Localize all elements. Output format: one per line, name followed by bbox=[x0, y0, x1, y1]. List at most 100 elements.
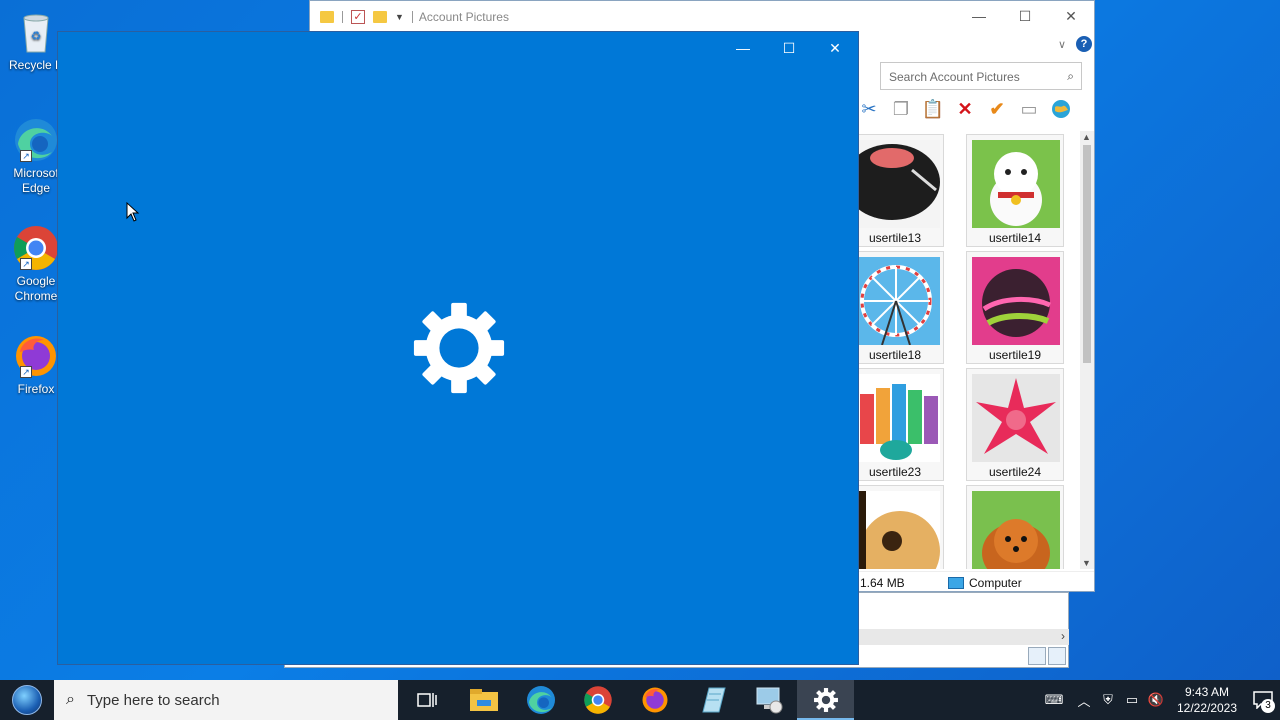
rename-check-icon[interactable]: ✔ bbox=[986, 98, 1008, 120]
location-indicator: Computer bbox=[948, 576, 1022, 590]
record-player-thumbnail bbox=[858, 140, 940, 228]
file-tile[interactable]: usertile19 bbox=[966, 251, 1064, 364]
paste-icon[interactable]: 📋 bbox=[922, 98, 944, 120]
search-placeholder: Search Account Pictures bbox=[889, 70, 1020, 84]
properties-icon[interactable]: ▭ bbox=[1018, 98, 1040, 120]
expand-ribbon-icon[interactable]: ∨ bbox=[1058, 38, 1066, 51]
gear-icon bbox=[813, 688, 838, 712]
taskbar-search-box[interactable]: ⌕ Type here to search bbox=[54, 680, 398, 720]
shortcut-arrow-icon: ↗ bbox=[20, 366, 32, 378]
lucky-cat-thumbnail bbox=[972, 140, 1060, 228]
remote-desktop-icon bbox=[756, 687, 782, 714]
file-name: usertile14 bbox=[988, 231, 1042, 245]
search-icon[interactable]: ⌕ bbox=[1067, 69, 1074, 84]
settings-window[interactable]: — ☐ ✕ bbox=[57, 31, 859, 665]
file-tile[interactable]: usertile24 bbox=[966, 368, 1064, 481]
edge-icon bbox=[526, 686, 555, 714]
file-tile[interactable]: usertile14 bbox=[966, 134, 1064, 247]
shortcut-arrow-icon: ↗ bbox=[20, 258, 32, 270]
close-button[interactable]: ✕ bbox=[1048, 8, 1094, 25]
properties-icon[interactable]: ✓ bbox=[351, 9, 365, 24]
chrome-icon bbox=[583, 686, 612, 714]
separator bbox=[342, 10, 343, 23]
large-icons-view-button[interactable] bbox=[1048, 647, 1066, 665]
customize-quick-access-icon[interactable]: ▼ bbox=[395, 12, 404, 22]
maximize-button[interactable]: ☐ bbox=[1002, 8, 1048, 25]
action-center-button[interactable]: 3 bbox=[1246, 680, 1280, 720]
search-icon: ⌕ bbox=[66, 691, 75, 708]
new-folder-icon[interactable] bbox=[373, 10, 387, 23]
details-view-button[interactable] bbox=[1028, 647, 1046, 665]
taskbar-edge[interactable] bbox=[512, 680, 569, 720]
notepad-icon bbox=[701, 687, 726, 713]
file-tile[interactable]: usertile18 bbox=[858, 251, 944, 364]
show-hidden-icons-chevron-icon[interactable]: ︿ bbox=[1072, 691, 1096, 710]
firefox-icon bbox=[642, 687, 667, 713]
taskbar-chrome[interactable] bbox=[569, 680, 626, 720]
crayons-thumbnail bbox=[858, 374, 940, 462]
scroll-up-arrow[interactable]: ▲ bbox=[1082, 132, 1091, 142]
security-icon[interactable]: ⛨ bbox=[1096, 692, 1120, 708]
help-icon[interactable]: ? bbox=[1076, 36, 1092, 52]
ball-thumbnail bbox=[972, 257, 1060, 345]
ribbon-controls: ∨ ? bbox=[870, 35, 1094, 53]
task-view-button[interactable] bbox=[398, 680, 455, 720]
horizontal-scrollbar[interactable]: › bbox=[859, 629, 1069, 645]
taskbar-search-placeholder: Type here to search bbox=[86, 691, 220, 709]
explorer-toolbar: ✂ ❐ 📋 ✕ ✔ ▭ bbox=[858, 98, 1072, 120]
ferris-wheel-thumbnail bbox=[858, 257, 940, 345]
file-tile[interactable] bbox=[966, 485, 1064, 569]
star-lantern-thumbnail bbox=[972, 374, 1060, 462]
clock[interactable]: 9:43 AM 12/22/2023 bbox=[1168, 684, 1246, 716]
close-button[interactable]: ✕ bbox=[812, 32, 858, 64]
copy-icon[interactable]: ❐ bbox=[890, 98, 912, 120]
cut-icon[interactable]: ✂ bbox=[858, 98, 880, 120]
edge-icon: ↗ bbox=[12, 116, 60, 164]
start-button[interactable] bbox=[0, 680, 54, 720]
file-name: usertile18 bbox=[868, 348, 922, 362]
file-tile[interactable]: usertile13 bbox=[858, 134, 944, 247]
minimize-button[interactable]: — bbox=[956, 8, 1002, 25]
file-name: usertile24 bbox=[988, 465, 1042, 479]
location-label: Computer bbox=[969, 575, 1022, 590]
svg-text:♻: ♻ bbox=[31, 29, 42, 43]
maximize-button[interactable]: ☐ bbox=[766, 32, 812, 64]
notification-count-badge: 3 bbox=[1261, 699, 1275, 713]
vertical-scrollbar[interactable]: ▲ ▼ bbox=[1080, 131, 1094, 569]
taskbar-firefox[interactable] bbox=[626, 680, 683, 720]
keyboard-icon[interactable]: ⌨ bbox=[1036, 692, 1072, 708]
taskbar-notepad[interactable] bbox=[683, 680, 740, 720]
firefox-icon: ↗ bbox=[12, 332, 60, 380]
taskbar-settings[interactable] bbox=[797, 680, 854, 720]
search-input[interactable]: Search Account Pictures ⌕ bbox=[880, 62, 1082, 90]
file-name: usertile19 bbox=[988, 348, 1042, 362]
status-bar: 1.64 MB Computer bbox=[858, 571, 1094, 593]
system-tray: ⌨ ︿ ⛨ ▭ 🔇 9:43 AM 12/22/2023 3 bbox=[1036, 680, 1280, 720]
view-switcher bbox=[1028, 647, 1066, 665]
minimize-button[interactable]: — bbox=[720, 32, 766, 64]
globe-icon[interactable] bbox=[1050, 98, 1072, 120]
file-name: usertile23 bbox=[868, 465, 922, 479]
recycle-bin-icon: ♻ bbox=[12, 8, 60, 56]
volume-muted-icon[interactable]: 🔇 bbox=[1144, 692, 1168, 708]
scrollbar-thumb[interactable] bbox=[1083, 145, 1091, 363]
separator bbox=[411, 10, 413, 23]
taskbar-file-explorer[interactable] bbox=[455, 680, 512, 720]
dog-thumbnail bbox=[972, 491, 1060, 569]
guitar-thumbnail bbox=[858, 491, 940, 569]
file-tile[interactable] bbox=[858, 485, 944, 569]
taskbar-remote-desktop[interactable] bbox=[740, 680, 797, 720]
scroll-right-arrow[interactable]: › bbox=[1061, 629, 1065, 643]
selected-size: 1.64 MB bbox=[860, 575, 905, 590]
file-tile[interactable]: usertile23 bbox=[858, 368, 944, 481]
delete-icon[interactable]: ✕ bbox=[954, 98, 976, 120]
scroll-down-arrow[interactable]: ▼ bbox=[1082, 558, 1091, 568]
task-view-icon bbox=[416, 693, 437, 707]
network-icon[interactable]: ▭ bbox=[1120, 692, 1144, 708]
folder-icon bbox=[320, 10, 334, 23]
taskbar-apps bbox=[398, 680, 854, 720]
window-title: Account Pictures bbox=[418, 9, 509, 24]
explorer-title-bar[interactable]: ✓ ▼ Account Pictures — ☐ ✕ bbox=[310, 1, 1094, 32]
computer-icon bbox=[948, 576, 964, 589]
clock-date: 12/22/2023 bbox=[1176, 701, 1238, 715]
